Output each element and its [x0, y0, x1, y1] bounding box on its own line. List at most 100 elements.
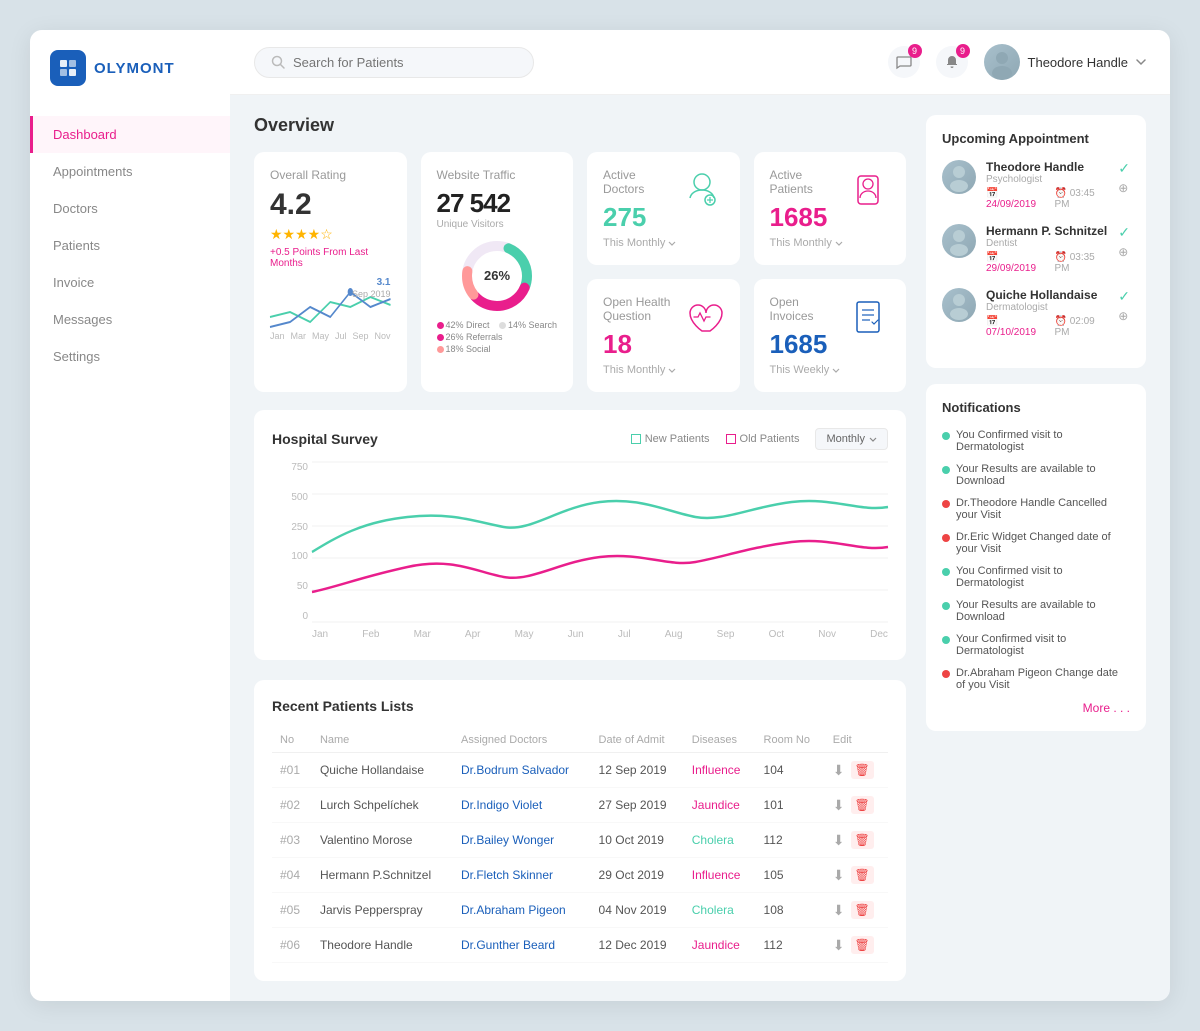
notification-item: Your Results are available to Download: [942, 463, 1130, 487]
sidebar-item-patients[interactable]: Patients: [30, 227, 230, 264]
sidebar: OLYMONT Dashboard Appointments Doctors P…: [30, 30, 230, 1001]
cell-disease[interactable]: Influence: [684, 858, 756, 893]
cell-doctor[interactable]: Dr.Bodrum Salvador: [453, 753, 591, 788]
cell-date: 04 Nov 2019: [591, 893, 684, 928]
sidebar-item-settings[interactable]: Settings: [30, 338, 230, 375]
cell-disease[interactable]: Cholera: [684, 893, 756, 928]
active-patients-period[interactable]: This Monthly: [770, 237, 847, 249]
col-doctor: Assigned Doctors: [453, 728, 591, 753]
notification-text: Your Results are available to Download: [956, 599, 1130, 623]
table-row: #01 Quiche Hollandaise Dr.Bodrum Salvado…: [272, 753, 888, 788]
notification-dot: [942, 568, 950, 576]
messages-badge: 9: [908, 44, 922, 58]
cell-name: Valentino Morose: [312, 823, 453, 858]
monthly-dropdown[interactable]: Monthly: [815, 428, 888, 450]
delete-icon[interactable]: 🗑: [851, 796, 874, 814]
cell-date: 12 Dec 2019: [591, 928, 684, 963]
more-link[interactable]: More . . .: [942, 701, 1130, 715]
cell-date: 10 Oct 2019: [591, 823, 684, 858]
messages-button[interactable]: 9: [888, 46, 920, 78]
cell-doctor[interactable]: Dr.Fletch Skinner: [453, 858, 591, 893]
notifications-title: Notifications: [942, 400, 1130, 415]
appt-actions: ✓ ⊕: [1118, 224, 1130, 259]
traffic-sub: Unique Visitors: [437, 219, 558, 230]
sidebar-item-invoice[interactable]: Invoice: [30, 264, 230, 301]
download-icon[interactable]: ⬇: [833, 762, 845, 779]
cell-name: Theodore Handle: [312, 928, 453, 963]
cell-edit[interactable]: ⬇ 🗑: [825, 788, 888, 823]
search-input[interactable]: [293, 55, 517, 70]
download-icon[interactable]: ⬇: [833, 867, 845, 884]
header-right: 9 9: [888, 44, 1146, 80]
chevron-down-icon-patients: [835, 241, 843, 246]
user-info[interactable]: Theodore Handle: [984, 44, 1146, 80]
col-no: No: [272, 728, 312, 753]
download-icon[interactable]: ⬇: [833, 902, 845, 919]
appt-name: Quiche Hollandaise: [986, 288, 1108, 302]
notification-item: Dr.Eric Widget Changed date of your Visi…: [942, 531, 1130, 555]
check-icon[interactable]: ✓: [1118, 288, 1130, 305]
cell-edit[interactable]: ⬇ 🗑: [825, 893, 888, 928]
sidebar-item-dashboard[interactable]: Dashboard: [30, 116, 230, 153]
location-icon[interactable]: ⊕: [1118, 245, 1130, 259]
cell-disease[interactable]: Cholera: [684, 823, 756, 858]
table-row: #04 Hermann P.Schnitzel Dr.Fletch Skinne…: [272, 858, 888, 893]
cell-edit[interactable]: ⬇ 🗑: [825, 928, 888, 963]
open-invoices-period[interactable]: This Weekly: [770, 364, 847, 376]
appt-info: Quiche Hollandaise Dermatologist 📅 07/10…: [986, 288, 1108, 338]
col-disease: Diseases: [684, 728, 756, 753]
delete-icon[interactable]: 🗑: [851, 936, 874, 954]
cell-edit[interactable]: ⬇ 🗑: [825, 858, 888, 893]
notification-item: Dr.Theodore Handle Cancelled your Visit: [942, 497, 1130, 521]
notification-dot: [942, 432, 950, 440]
cell-disease[interactable]: Jaundice: [684, 788, 756, 823]
cell-doctor[interactable]: Dr.Bailey Wonger: [453, 823, 591, 858]
cell-doctor[interactable]: Dr.Abraham Pigeon: [453, 893, 591, 928]
doctors-icon: [680, 168, 724, 215]
notification-dot: [942, 534, 950, 542]
active-doctors-period[interactable]: This Monthly: [603, 237, 680, 249]
download-icon[interactable]: ⬇: [833, 797, 845, 814]
chevron-down-icon-monthly: [869, 437, 877, 442]
appt-info: Theodore Handle Psychologist 📅 24/09/201…: [986, 160, 1108, 210]
open-health-period[interactable]: This Monthly: [603, 364, 680, 376]
table-row: #05 Jarvis Pepperspray Dr.Abraham Pigeon…: [272, 893, 888, 928]
cell-edit[interactable]: ⬇ 🗑: [825, 753, 888, 788]
delete-icon[interactable]: 🗑: [851, 866, 874, 884]
open-invoices-card: Open Invoices 1685 This Weekly: [754, 279, 907, 392]
logo-text: OLYMONT: [94, 60, 175, 77]
download-icon[interactable]: ⬇: [833, 937, 845, 954]
notifications-button[interactable]: 9: [936, 46, 968, 78]
cell-doctor[interactable]: Dr.Gunther Beard: [453, 928, 591, 963]
delete-icon[interactable]: 🗑: [851, 831, 874, 849]
sidebar-item-messages[interactable]: Messages: [30, 301, 230, 338]
location-icon[interactable]: ⊕: [1118, 309, 1130, 323]
cell-name: Jarvis Pepperspray: [312, 893, 453, 928]
notifications-badge: 9: [956, 44, 970, 58]
delete-icon[interactable]: 🗑: [851, 761, 874, 779]
health-icon: [680, 295, 724, 342]
search-box[interactable]: [254, 47, 534, 78]
notification-dot: [942, 466, 950, 474]
rating-title: Overall Rating: [270, 168, 391, 182]
check-icon[interactable]: ✓: [1118, 224, 1130, 241]
cell-edit[interactable]: ⬇ 🗑: [825, 823, 888, 858]
cell-disease[interactable]: Jaundice: [684, 928, 756, 963]
check-icon[interactable]: ✓: [1118, 160, 1130, 177]
open-health-card: Open Health Question 18 This Monthly: [587, 279, 740, 392]
appt-avatar: [942, 160, 976, 194]
location-icon[interactable]: ⊕: [1118, 181, 1130, 195]
notification-text: Your Results are available to Download: [956, 463, 1130, 487]
delete-icon[interactable]: 🗑: [851, 901, 874, 919]
right-panel: Upcoming Appointment Theodore Handle Psy…: [926, 115, 1146, 981]
cell-doctor[interactable]: Dr.Indigo Violet: [453, 788, 591, 823]
sidebar-item-doctors[interactable]: Doctors: [30, 190, 230, 227]
overall-rating-card: Overall Rating 4.2 ★★★★☆ +0.5 Points Fro…: [254, 152, 407, 392]
appointment-item: Hermann P. Schnitzel Dentist 📅 29/09/201…: [942, 224, 1130, 274]
cell-room: 112: [756, 823, 825, 858]
download-icon[interactable]: ⬇: [833, 832, 845, 849]
sidebar-item-appointments[interactable]: Appointments: [30, 153, 230, 190]
open-invoices-title: Open Invoices: [770, 295, 847, 323]
cell-disease[interactable]: Influence: [684, 753, 756, 788]
notification-item: Dr.Abraham Pigeon Change date of you Vis…: [942, 667, 1130, 691]
